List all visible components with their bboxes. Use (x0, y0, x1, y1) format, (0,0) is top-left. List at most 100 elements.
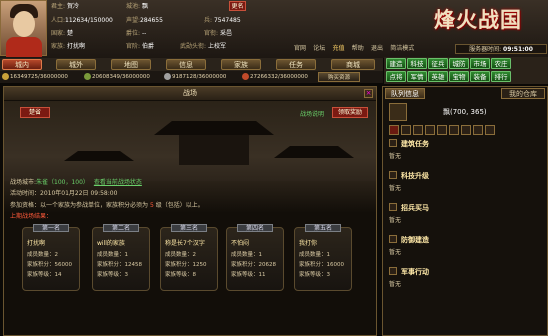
link-help[interactable]: 帮助 (352, 43, 364, 52)
defense-task-icon (389, 235, 397, 243)
task-defense: 防御建造 暂无 (389, 235, 429, 256)
rank-badge: 第三名 (171, 224, 207, 232)
score: 家族积分：12458 (97, 262, 142, 268)
gold-icon (2, 73, 9, 80)
members: 成员数量：2 (27, 252, 58, 258)
iron-icon (164, 73, 171, 80)
battlefield-panel: 战场 × 楚省 战场说明 领取奖励 战场城市:朱雀（100，100） 查看当前战… (3, 86, 377, 336)
link-forum[interactable]: 论坛 (313, 43, 325, 52)
menu-tech[interactable]: 科技 (407, 58, 427, 69)
family-name: 我打你 (299, 240, 318, 247)
link-official-site[interactable]: 官网 (294, 43, 306, 52)
link-simple-mode[interactable]: 简洁模式 (390, 43, 414, 52)
rank-badge: 第四名 (237, 224, 273, 232)
army-scroll-icon[interactable] (485, 125, 495, 135)
resource-food: 20608349/36000000 (84, 72, 150, 82)
nav-tab-city-inside[interactable]: 城内 (2, 59, 42, 70)
menu-intel[interactable]: 军情 (407, 71, 427, 82)
function-menu: 建造 科技 征兵 城防 市场 农庄 点将 军情 英雄 宝物 装备 排行 (384, 57, 548, 84)
nav-tab-info[interactable]: 信息 (166, 59, 206, 70)
score: 家族积分：16000 (299, 262, 344, 268)
office-row: 官阶: 伯爵 (126, 43, 154, 50)
close-icon[interactable]: × (364, 89, 373, 98)
menu-market[interactable]: 市场 (470, 58, 490, 69)
family-name: 称是长7个汉字 (165, 240, 205, 247)
family-name: will的家族 (97, 240, 125, 247)
battle-help-link[interactable]: 战场说明 (300, 109, 324, 118)
nav-tab-map[interactable]: 地图 (111, 59, 151, 70)
side-panel: 队列信息 我的仓库 飘(700, 365) 建筑任务 暂无 科技升级 暂无 招兵买马… (382, 86, 548, 336)
members: 成员数量：1 (299, 252, 330, 258)
link-logout[interactable]: 退出 (371, 43, 383, 52)
recruit-task-icon (389, 203, 397, 211)
tab-army-info[interactable]: 队列信息 (385, 88, 425, 99)
tech-task-icon (389, 171, 397, 179)
army-shield-icon[interactable] (425, 125, 435, 135)
nav-tab-shop[interactable]: 商城 (331, 59, 375, 70)
rank-card-4: 第四名 不怕闷 成员数量：1 家族积分：20628 家族等级：11 (226, 224, 284, 291)
family-name: 不怕闷 (231, 240, 250, 247)
panel-title: 战场 (4, 87, 376, 100)
task-military: 军事行动 暂无 (389, 267, 429, 288)
event-time-line: 活动时间：2010年01月22日 09:58:00 (10, 190, 118, 197)
city-coordinates: 飘(700, 365) (443, 108, 487, 116)
resource-iron: 9187128/36000000 (164, 72, 226, 82)
army-cart-icon[interactable] (461, 125, 471, 135)
game-logo: 烽火战国 (434, 7, 522, 32)
menu-farm[interactable]: 农庄 (491, 58, 511, 69)
population-row: 人口:112634/150000 (51, 17, 113, 24)
army-flag-icon[interactable] (473, 125, 483, 135)
player-avatar[interactable] (0, 0, 47, 57)
rank-card-2: 第二名 will的家族 成员数量：1 家族积分：12458 家族等级：3 (92, 224, 150, 291)
level: 家族等级：3 (299, 272, 330, 278)
main-nav: 城内 城外 地图 信息 家族 任务 商城 (0, 58, 383, 71)
level: 家族等级：8 (165, 272, 196, 278)
menu-treasure[interactable]: 宝物 (449, 71, 469, 82)
wood-icon (242, 73, 249, 80)
score: 家族积分：56000 (27, 262, 72, 268)
resource-gold: 16349725/36000000 (2, 72, 68, 82)
menu-defense[interactable]: 城防 (449, 58, 469, 69)
army-bow-icon[interactable] (437, 125, 447, 135)
claim-reward-button[interactable]: 领取奖励 (332, 107, 368, 118)
army-v-icon[interactable] (389, 125, 399, 135)
army-helmet-icon[interactable] (401, 125, 411, 135)
nav-tab-family[interactable]: 家族 (221, 59, 261, 70)
rank-card-3: 第三名 称是长7个汉字 成员数量：2 家族积分：1250 家族等级：8 (160, 224, 218, 291)
menu-equipment[interactable]: 装备 (470, 71, 490, 82)
rank-badge: 第二名 (103, 224, 139, 232)
resource-wood: 27266332/36000000 (242, 72, 308, 82)
army-sword-icon[interactable] (413, 125, 423, 135)
rank-badge: 第一名 (33, 224, 69, 232)
menu-recruit[interactable]: 征兵 (428, 58, 448, 69)
top-links: 官网 论坛 充值 帮助 退出 简洁模式 (294, 43, 419, 54)
rank-card-5: 第五名 我打你 成员数量：1 家族积分：16000 家族等级：3 (294, 224, 352, 291)
building-task-icon (389, 139, 397, 147)
buy-resources-button[interactable]: 购买资源 (318, 72, 360, 82)
menu-build[interactable]: 建造 (386, 58, 406, 69)
level: 家族等级：14 (27, 272, 62, 278)
family-row: 家族: 打扰啊 (51, 43, 85, 50)
menu-generals[interactable]: 点将 (386, 71, 406, 82)
country-row: 国家: 楚 (51, 30, 73, 37)
city-row: 城池: 飘 (126, 3, 148, 10)
view-battle-status-link[interactable]: 查看当前战场状态 (94, 179, 142, 186)
server-time: 服务器时间: 09:51:00 (455, 44, 547, 54)
battle-city-line: 战场城市:朱雀（100，100） 查看当前战场状态 (10, 179, 142, 186)
level: 家族等级：3 (97, 272, 128, 278)
rank-row: 爵位: -- (126, 30, 147, 37)
nav-tab-tasks[interactable]: 任务 (276, 59, 316, 70)
troops-row: 兵: 7547485 (204, 17, 241, 24)
members: 成员数量：1 (231, 252, 262, 258)
resource-bar: 16349725/36000000 20608349/36000000 9187… (0, 71, 383, 83)
tab-warehouse[interactable]: 我的仓库 (501, 88, 545, 99)
menu-ranking[interactable]: 排行 (491, 71, 511, 82)
rename-button[interactable]: 更名 (229, 1, 246, 11)
army-horse-icon[interactable] (449, 125, 459, 135)
link-recharge[interactable]: 充值 (333, 43, 345, 52)
members: 成员数量：1 (97, 252, 128, 258)
prestige-row: 声望:284655 (126, 17, 163, 24)
menu-heroes[interactable]: 英雄 (428, 71, 448, 82)
task-building: 建筑任务 暂无 (389, 139, 429, 160)
nav-tab-city-outside[interactable]: 城外 (56, 59, 96, 70)
